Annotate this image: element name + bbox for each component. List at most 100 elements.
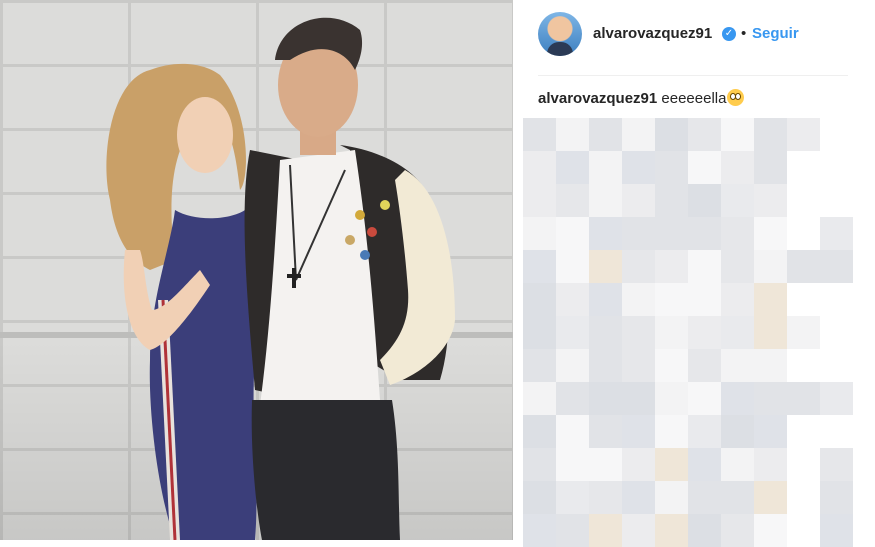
pixel-cell (754, 481, 787, 514)
pixel-cell (556, 184, 589, 217)
pixel-cell (787, 316, 820, 349)
pixel-cell (688, 217, 721, 250)
pixel-cell (556, 250, 589, 283)
post-photo[interactable] (0, 0, 513, 540)
pixel-cell (820, 448, 853, 481)
pixel-cell (655, 316, 688, 349)
pixel-cell (523, 118, 556, 151)
pixel-cell (589, 448, 622, 481)
pixel-cell (688, 448, 721, 481)
pixel-cell (688, 382, 721, 415)
post-side-panel: alvarovazquez91 ✓ • Seguir alvarovazquez… (513, 0, 875, 547)
pixel-cell (622, 283, 655, 316)
pixel-cell (688, 184, 721, 217)
pixel-cell (688, 514, 721, 547)
pixel-cell (622, 349, 655, 382)
pixel-cell (589, 481, 622, 514)
pixel-cell (556, 448, 589, 481)
pixel-cell (754, 382, 787, 415)
pixel-cell (556, 151, 589, 184)
pixel-cell (589, 349, 622, 382)
pixel-cell (589, 217, 622, 250)
pixel-cell (655, 514, 688, 547)
pixel-cell (589, 415, 622, 448)
header-divider (538, 75, 848, 76)
pixel-cell (721, 349, 754, 382)
pixel-cell (754, 415, 787, 448)
pixel-cell (688, 349, 721, 382)
pixel-cell (754, 316, 787, 349)
pixel-cell (622, 151, 655, 184)
pixel-cell (721, 118, 754, 151)
pixel-cell (556, 217, 589, 250)
pixel-cell (754, 448, 787, 481)
pixel-cell (622, 481, 655, 514)
pixel-cell (589, 118, 622, 151)
pixel-cell (589, 283, 622, 316)
pixel-cell (655, 184, 688, 217)
post-caption: alvarovazquez91 eeeeeella (538, 89, 745, 107)
pixel-cell (688, 283, 721, 316)
pixel-cell (820, 217, 853, 250)
pixel-cell (523, 481, 556, 514)
pixel-cell (688, 415, 721, 448)
pixel-cell (721, 481, 754, 514)
caption-text: eeeeeella (661, 90, 727, 107)
pixel-cell (622, 382, 655, 415)
pixel-cell (655, 382, 688, 415)
pixel-cell (622, 184, 655, 217)
pixel-cell (622, 316, 655, 349)
pixel-cell (655, 481, 688, 514)
pixel-cell (523, 349, 556, 382)
pixel-cell (655, 118, 688, 151)
pixel-cell (556, 349, 589, 382)
pixel-cell (523, 415, 556, 448)
pixel-cell (589, 151, 622, 184)
flushed-face-emoji-icon (727, 89, 745, 106)
pixel-cell (655, 250, 688, 283)
pixel-cell (754, 250, 787, 283)
pixel-cell (721, 382, 754, 415)
follow-button[interactable]: Seguir (752, 25, 799, 42)
pixel-cell (589, 250, 622, 283)
pixel-cell (556, 118, 589, 151)
username-link[interactable]: alvarovazquez91 (593, 25, 712, 42)
pixel-cell (787, 118, 820, 151)
pixel-cell (754, 217, 787, 250)
caption-username-link[interactable]: alvarovazquez91 (538, 90, 657, 107)
pixel-cell (754, 283, 787, 316)
pixel-cell (655, 151, 688, 184)
pixel-cell (556, 415, 589, 448)
pixel-cell (721, 283, 754, 316)
pixel-cell (523, 217, 556, 250)
pixel-cell (523, 316, 556, 349)
avatar[interactable] (538, 12, 582, 56)
pixel-cell (622, 217, 655, 250)
pixel-cell (655, 349, 688, 382)
pixel-cell (787, 250, 820, 283)
pixel-cell (820, 250, 853, 283)
pixel-cell (655, 415, 688, 448)
pixel-cell (589, 382, 622, 415)
pixel-cell (589, 184, 622, 217)
pixel-cell (523, 151, 556, 184)
pixel-cell (721, 184, 754, 217)
pixel-cell (688, 316, 721, 349)
pixel-cell (688, 118, 721, 151)
pixel-cell (721, 250, 754, 283)
pixel-cell (754, 184, 787, 217)
pixel-cell (523, 514, 556, 547)
pixel-cell (655, 448, 688, 481)
pixel-cell (721, 316, 754, 349)
pixel-cell (787, 382, 820, 415)
pixel-cell (688, 250, 721, 283)
pixel-cell (622, 250, 655, 283)
pixel-cell (589, 316, 622, 349)
separator-dot: • (741, 25, 747, 42)
pixel-cell (688, 481, 721, 514)
pixel-cell (754, 151, 787, 184)
pixel-cell (688, 151, 721, 184)
pixel-cell (655, 217, 688, 250)
pixel-cell (622, 118, 655, 151)
pixel-cell (754, 349, 787, 382)
